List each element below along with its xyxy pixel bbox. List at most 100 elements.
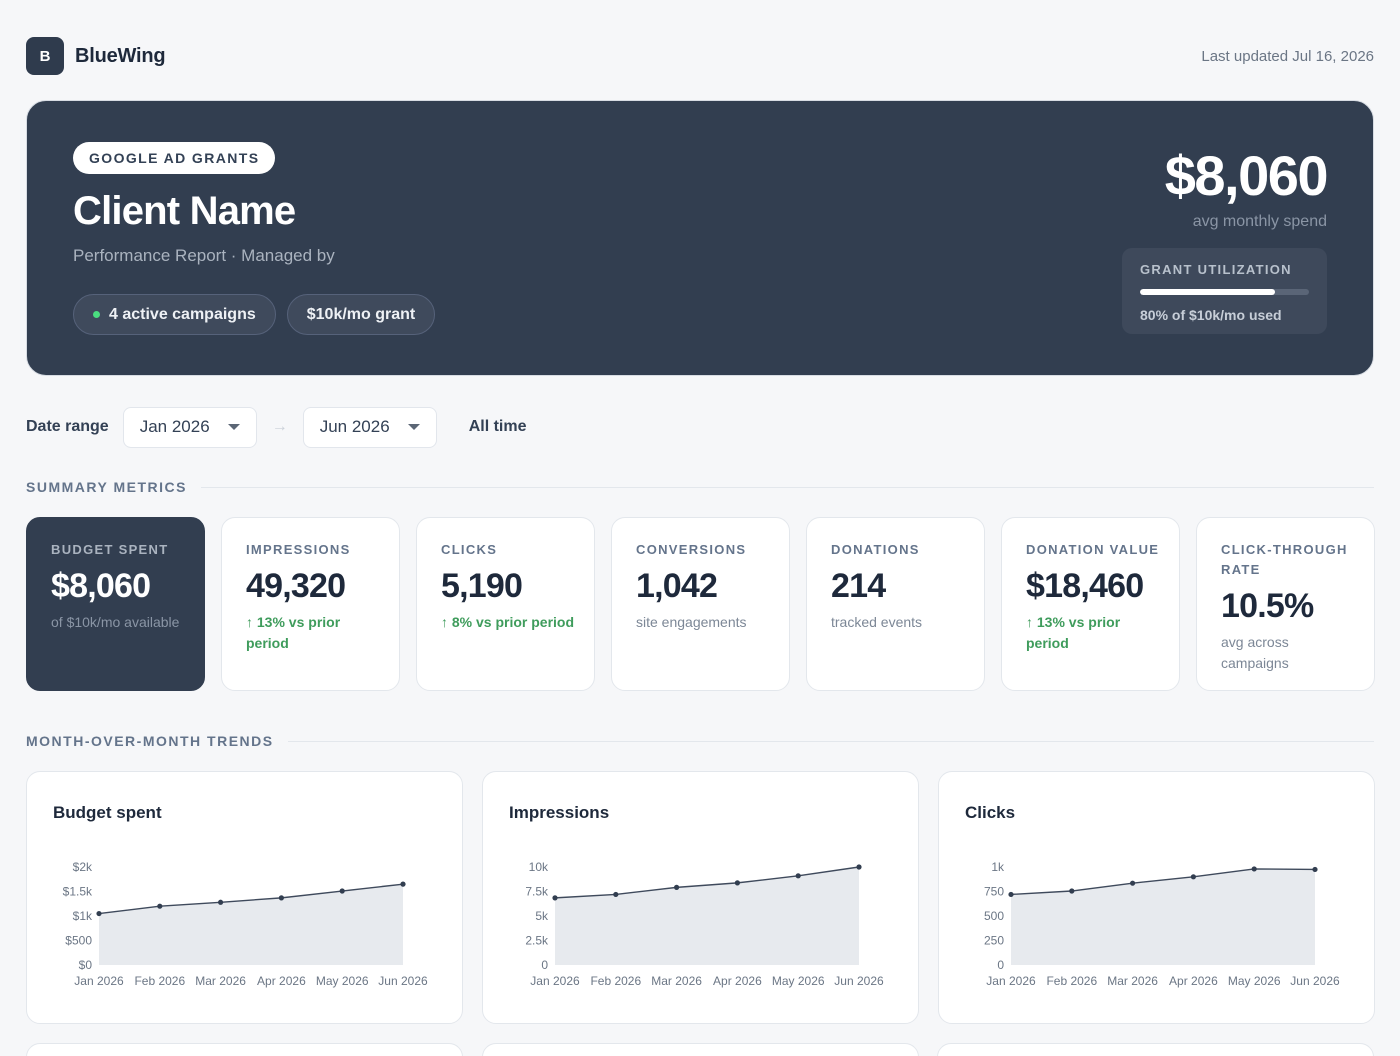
data-point	[218, 899, 224, 905]
x-tick-label: Mar 2026	[195, 974, 246, 988]
metric-card-impressions: IMPRESSIONS 49,320 ↑ 13% vs prior period	[221, 517, 400, 691]
program-badge: GOOGLE AD GRANTS	[73, 142, 276, 174]
x-tick-label: Feb 2026	[590, 974, 641, 988]
metric-note: tracked events	[831, 614, 923, 630]
data-point	[1130, 880, 1136, 886]
budget-spent-chart: $0 $500 $1k $1.5k $2k Jan 2026 Feb 2026 Mar 202…	[63, 860, 428, 988]
y-tick-label: 750	[984, 885, 1004, 899]
summary-metrics: BUDGET SPENT $8,060 of $10k/mo available…	[26, 517, 1375, 691]
active-campaigns-pill: 4 active campaigns	[73, 294, 276, 335]
data-point	[1008, 891, 1014, 898]
metric-label: CLICK-THROUGH RATE	[1221, 542, 1348, 577]
metric-label: DONATION VALUE	[1026, 542, 1160, 557]
x-tick-label: Apr 2026	[257, 974, 306, 988]
divider	[200, 486, 1374, 488]
metric-value: $8,060	[51, 567, 151, 605]
avg-spend-label: avg monthly spend	[1192, 212, 1327, 230]
data-point	[1190, 874, 1196, 880]
y-tick-label: $500	[65, 934, 92, 948]
y-tick-label: $2k	[73, 860, 93, 874]
y-tick-label: 0	[997, 958, 1004, 972]
summary-section-title: SUMMARY METRICS	[26, 479, 187, 495]
y-tick-label: $1k	[73, 909, 93, 923]
grant-utilization-panel: GRANT UTILIZATION 80% of $10k/mo used	[1122, 248, 1327, 334]
y-tick-label: 250	[984, 934, 1004, 948]
chart-card-impressions: Impressions 0 2.5k 5k 7.5k 10k Jan 2026 Feb 20…	[482, 771, 919, 1024]
y-tick-label: 1k	[991, 860, 1005, 874]
x-tick-label: Mar 2026	[1107, 974, 1158, 988]
chevron-down-icon	[227, 424, 240, 430]
x-tick-label: Feb 2026	[134, 974, 185, 988]
chart-card-clicks: Clicks 0 250 500 750 1k Jan 2026 Feb 2026 Mar 2…	[938, 771, 1375, 1024]
data-point	[856, 864, 862, 870]
grant-utilization-text: 80% of $10k/mo used	[1140, 307, 1282, 323]
metric-value: 10.5%	[1221, 587, 1314, 625]
trend-charts: Budget spent $0 $500 $1k $1.5k $2k Jan 2026 Fe…	[26, 771, 1375, 1024]
metric-card-ctr: CLICK-THROUGH RATE 10.5% avg across camp…	[1196, 517, 1375, 691]
x-tick-label: Apr 2026	[713, 974, 762, 988]
chevron-down-icon	[407, 424, 420, 430]
metric-note: avg across campaigns	[1221, 634, 1289, 671]
hero-banner: GOOGLE AD GRANTS Client Name Performance…	[26, 100, 1374, 376]
metric-card-clicks: CLICKS 5,190 ↑ 8% vs prior period	[416, 517, 595, 691]
metric-label: IMPRESSIONS	[246, 542, 351, 557]
all-time-button[interactable]: All time	[469, 418, 527, 436]
metric-label: CONVERSIONS	[636, 542, 747, 557]
x-tick-label: Jan 2026	[74, 974, 124, 988]
chart-card-partial	[937, 1043, 1374, 1056]
avg-spend-value: $8,060	[1164, 144, 1329, 207]
trends-section-title: MONTH-OVER-MONTH TRENDS	[26, 733, 274, 749]
series-area	[555, 867, 859, 965]
avg-spend: $8,060 avg monthly spend	[1164, 144, 1329, 231]
metric-card-donations: DONATIONS 214 tracked events	[806, 517, 985, 691]
client-name: Client Name	[73, 189, 296, 233]
x-tick-label: May 2026	[1228, 974, 1281, 988]
chart-card-partial	[26, 1043, 463, 1056]
metric-value: 49,320	[246, 567, 346, 605]
brand[interactable]: B BlueWing	[26, 37, 166, 75]
x-tick-label: May 2026	[316, 974, 369, 988]
y-tick-label: $1.5k	[63, 885, 93, 899]
chart-card-budget-spent: Budget spent $0 $500 $1k $1.5k $2k Jan 2026 Fe…	[26, 771, 463, 1024]
y-tick-label: 10k	[529, 860, 549, 874]
y-tick-label: 0	[541, 958, 548, 972]
data-point	[96, 910, 102, 917]
arrow-right-icon: →	[271, 418, 288, 435]
chart-card-partial	[482, 1043, 919, 1056]
date-from-select[interactable]: Jan 2026	[122, 406, 257, 448]
active-campaigns-label: 4 active campaigns	[109, 305, 256, 323]
metric-value: $18,460	[1026, 567, 1144, 605]
y-tick-label: 2.5k	[525, 934, 549, 948]
date-to-value: Jun 2026	[319, 417, 390, 436]
date-range-label: Date range	[26, 418, 109, 435]
x-tick-label: May 2026	[772, 974, 825, 988]
data-point	[734, 880, 740, 886]
date-to-select[interactable]: Jun 2026	[302, 406, 437, 448]
metric-note: site engagements	[636, 614, 747, 630]
data-point	[795, 873, 801, 879]
metric-value: 5,190	[441, 567, 523, 605]
metric-label: CLICKS	[441, 542, 498, 557]
metric-label: DONATIONS	[831, 542, 920, 557]
divider	[287, 740, 1374, 742]
y-tick-label: $0	[79, 958, 93, 972]
y-tick-label: 5k	[535, 909, 549, 923]
status-dot-icon	[93, 311, 100, 318]
clicks-chart: 0 250 500 750 1k Jan 2026 Feb 2026 Mar 2026 Apr …	[984, 860, 1340, 988]
data-point	[1312, 866, 1318, 873]
grant-label: $10k/mo grant	[306, 305, 416, 323]
metric-value: 1,042	[636, 567, 718, 605]
summary-section-header: SUMMARY METRICS	[26, 479, 1374, 495]
x-tick-label: Jun 2026	[1290, 974, 1340, 988]
metric-trend: ↑ 13% vs prior period	[1026, 614, 1121, 651]
y-tick-label: 500	[984, 909, 1004, 923]
x-tick-label: Jun 2026	[378, 974, 428, 988]
x-tick-label: Jan 2026	[530, 974, 580, 988]
series-area	[99, 884, 403, 965]
date-from-value: Jan 2026	[139, 417, 210, 436]
data-point	[157, 903, 163, 909]
metric-card-donation-value: DONATION VALUE $18,460 ↑ 13% vs prior pe…	[1001, 517, 1180, 691]
metric-label: BUDGET SPENT	[51, 542, 169, 557]
series-area	[1011, 868, 1315, 965]
grant-utilization-label: GRANT UTILIZATION	[1140, 262, 1292, 277]
